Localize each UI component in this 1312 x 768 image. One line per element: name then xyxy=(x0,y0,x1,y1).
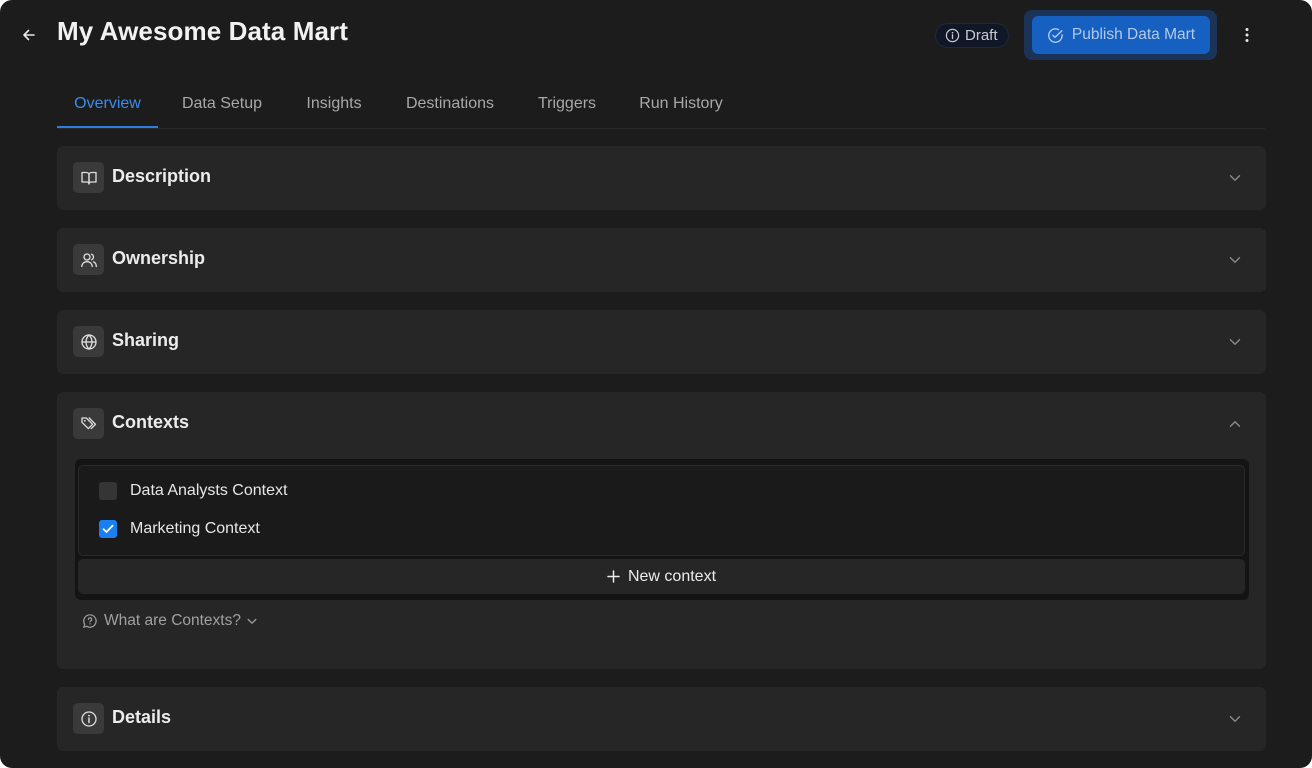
status-badge: Draft xyxy=(935,23,1009,48)
chevron-down-icon xyxy=(1225,250,1245,270)
new-context-label: New context xyxy=(627,567,717,585)
tab-insights[interactable]: Insights xyxy=(294,80,374,128)
context-label: Data Analysts Context xyxy=(130,482,288,499)
chevron-down-icon xyxy=(1225,168,1245,188)
publish-button-label: Publish Data Mart xyxy=(1071,26,1196,43)
status-badge-label: Draft xyxy=(965,27,998,44)
publish-focus-ring: Publish Data Mart xyxy=(1024,10,1217,60)
section-description: Description xyxy=(57,146,1266,210)
context-label: Marketing Context xyxy=(130,520,260,537)
section-ownership: Ownership xyxy=(57,228,1266,292)
section-title: Description xyxy=(112,166,212,186)
chevron-down-icon xyxy=(1225,332,1245,352)
tab-data-setup[interactable]: Data Setup xyxy=(172,80,272,128)
context-item-data-analysts[interactable]: Data Analysts Context xyxy=(99,480,287,502)
section-title: Details xyxy=(112,707,172,727)
section-sharing: Sharing xyxy=(57,310,1266,374)
page-header: My Awesome Data Mart Draft Publish Data … xyxy=(0,0,1312,70)
tab-triggers[interactable]: Triggers xyxy=(528,80,606,128)
contexts-help-label: What are Contexts? xyxy=(104,612,241,629)
users-icon xyxy=(73,244,104,275)
chevron-down-icon xyxy=(247,618,257,624)
tab-run-history[interactable]: Run History xyxy=(631,80,731,128)
section-details-header[interactable]: Details xyxy=(57,687,1266,751)
new-context-button[interactable]: New context xyxy=(78,559,1245,594)
section-title: Contexts xyxy=(112,412,190,432)
section-sharing-header[interactable]: Sharing xyxy=(57,310,1266,374)
globe-icon xyxy=(73,326,104,357)
check-circle-icon xyxy=(1047,27,1063,43)
chevron-down-icon xyxy=(1225,709,1245,729)
section-title: Ownership xyxy=(112,248,206,268)
active-tab-indicator xyxy=(57,126,158,128)
section-details: Details xyxy=(57,687,1266,751)
contexts-help-toggle[interactable]: What are Contexts? xyxy=(82,611,257,631)
context-checkbox[interactable] xyxy=(99,482,117,500)
app-window: My Awesome Data Mart Draft Publish Data … xyxy=(0,0,1312,768)
help-message-icon xyxy=(83,614,97,628)
section-title: Sharing xyxy=(112,330,180,350)
info-icon xyxy=(945,28,960,43)
info-icon xyxy=(73,703,104,734)
section-ownership-header[interactable]: Ownership xyxy=(57,228,1266,292)
publish-button[interactable]: Publish Data Mart xyxy=(1032,16,1210,54)
more-options-button[interactable] xyxy=(1237,24,1257,46)
tab-overview[interactable]: Overview xyxy=(57,80,158,128)
book-open-icon xyxy=(73,162,104,193)
context-checkbox[interactable] xyxy=(99,520,117,538)
context-item-marketing[interactable]: Marketing Context xyxy=(99,518,260,540)
back-button[interactable] xyxy=(18,24,40,46)
section-description-header[interactable]: Description xyxy=(57,146,1266,210)
section-contexts-header[interactable]: Contexts xyxy=(57,392,1266,456)
chevron-up-icon xyxy=(1225,414,1245,434)
more-vertical-icon xyxy=(1245,28,1249,42)
tags-icon xyxy=(73,408,104,439)
tab-destinations[interactable]: Destinations xyxy=(397,80,503,128)
page-title: My Awesome Data Mart xyxy=(57,16,348,46)
arrow-left-icon xyxy=(23,29,35,41)
plus-icon xyxy=(607,570,620,583)
check-icon xyxy=(102,524,114,533)
contexts-list xyxy=(78,465,1245,556)
tab-bar: Overview Data Setup Insights Destination… xyxy=(57,80,1265,129)
